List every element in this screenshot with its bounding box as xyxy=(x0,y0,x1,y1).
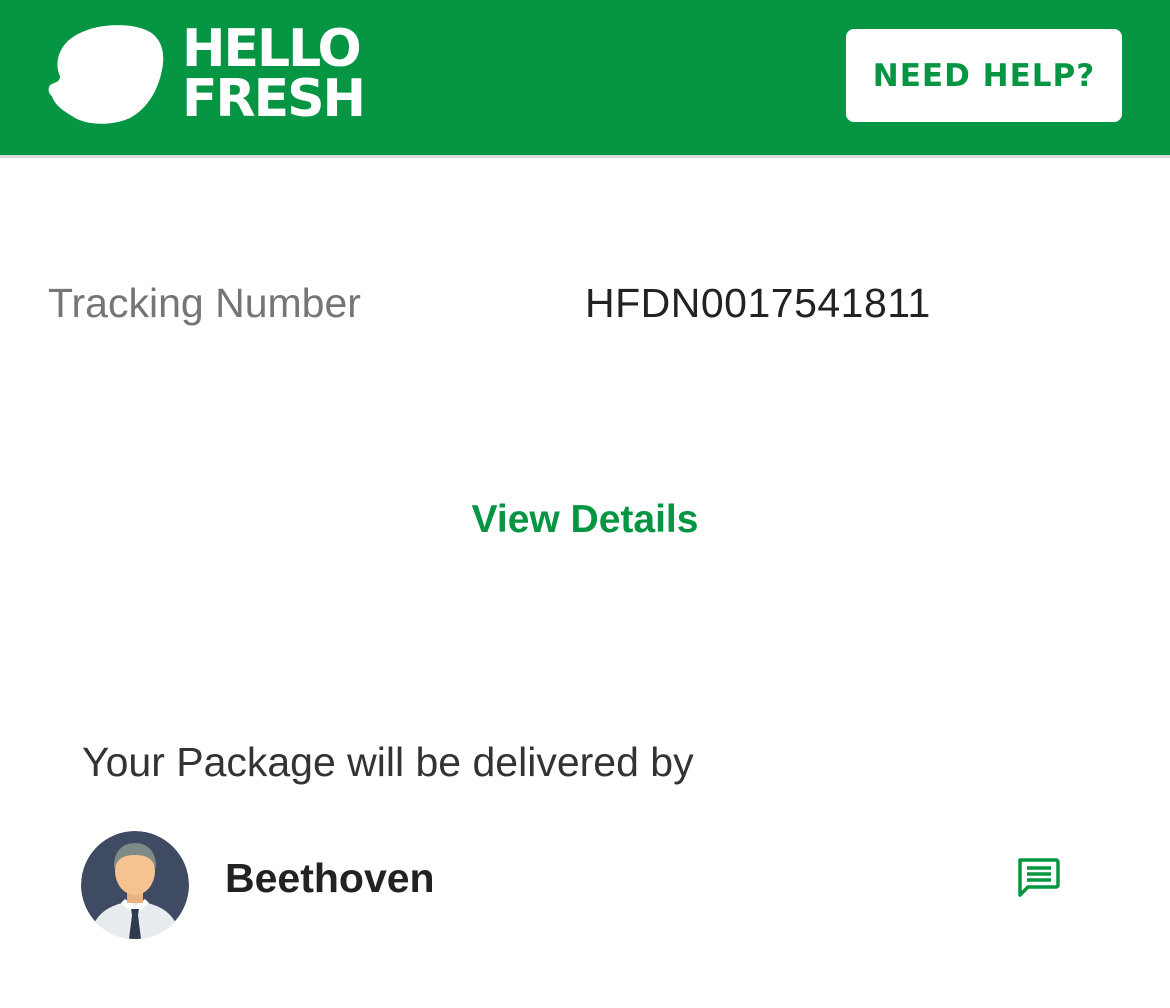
driver-avatar xyxy=(81,831,189,939)
tracking-number-label: Tracking Number xyxy=(48,280,361,326)
header-bar: HELLO FRESH NEED HELP? xyxy=(0,0,1170,158)
view-details-link[interactable]: View Details xyxy=(0,498,1170,542)
delivered-by-text: Your Package will be delivered by xyxy=(82,739,694,785)
logo-line-fresh: FRESH xyxy=(182,69,366,129)
tracking-number-value: HFDN0017541811 xyxy=(585,280,931,326)
need-help-button[interactable]: NEED HELP? xyxy=(846,29,1122,122)
driver-name: Beethoven xyxy=(225,855,435,901)
hellofresh-logo[interactable]: HELLO FRESH xyxy=(48,19,398,129)
person-icon xyxy=(81,831,189,939)
chat-message-icon[interactable] xyxy=(1016,857,1060,897)
logo-line-hello: HELLO xyxy=(182,19,362,79)
tracking-page: HELLO FRESH NEED HELP? Tracking Number H… xyxy=(0,0,1170,1008)
lemon-icon xyxy=(48,25,164,124)
logo-wordmark: HELLO FRESH xyxy=(182,19,366,129)
